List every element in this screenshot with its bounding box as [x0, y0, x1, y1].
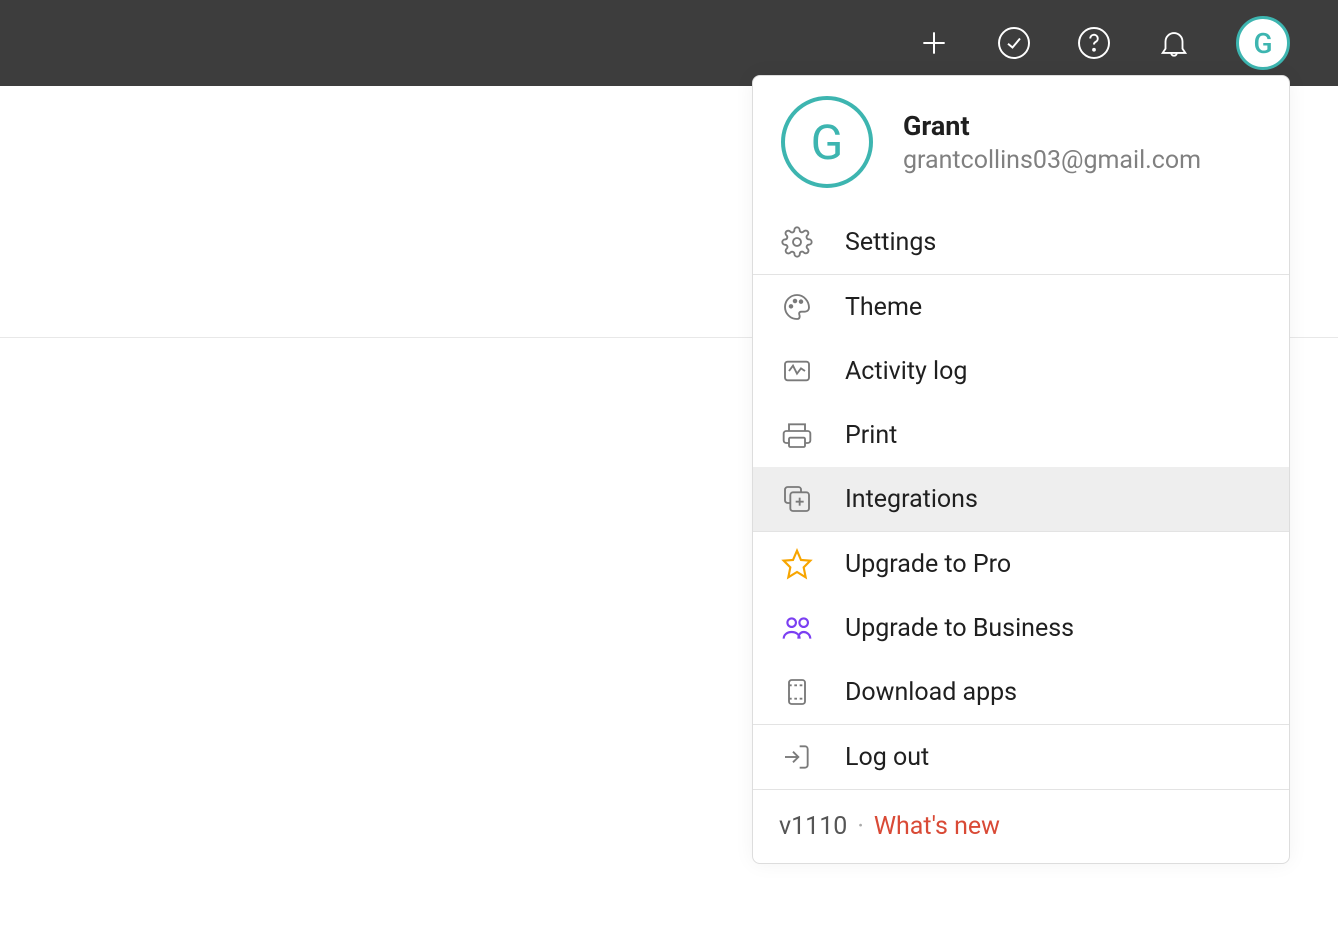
dropdown-avatar-initial: G [811, 114, 844, 171]
menu-label: Download apps [845, 678, 1017, 707]
help-button[interactable] [1076, 25, 1112, 61]
user-email: grantcollins03@gmail.com [903, 146, 1201, 175]
people-icon [781, 612, 813, 644]
printer-icon [781, 419, 813, 451]
menu-item-integrations[interactable]: Integrations [753, 467, 1289, 531]
bell-icon [1157, 26, 1191, 60]
menu-item-upgrade-business[interactable]: Upgrade to Business [753, 596, 1289, 660]
user-info: Grant grantcollins03@gmail.com [903, 110, 1201, 175]
menu-item-settings[interactable]: Settings [753, 210, 1289, 274]
notifications-button[interactable] [1156, 25, 1192, 61]
help-circle-icon [1076, 25, 1112, 61]
dropdown-avatar: G [781, 96, 873, 188]
menu-label: Upgrade to Business [845, 614, 1074, 643]
add-button[interactable] [916, 25, 952, 61]
top-bar: G [0, 0, 1338, 86]
menu-label: Theme [845, 293, 922, 322]
star-icon [781, 548, 813, 580]
menu-label: Activity log [845, 357, 967, 386]
user-avatar-button[interactable]: G [1236, 16, 1290, 70]
menu-label: Settings [845, 228, 936, 257]
menu-label: Print [845, 421, 897, 450]
menu-item-print[interactable]: Print [753, 403, 1289, 467]
plus-icon [918, 27, 950, 59]
dropdown-header: G Grant grantcollins03@gmail.com [753, 76, 1289, 210]
user-name: Grant [903, 110, 1201, 142]
activity-icon [781, 355, 813, 387]
menu-label: Integrations [845, 485, 978, 514]
integrations-icon [781, 483, 813, 515]
menu-item-theme[interactable]: Theme [753, 275, 1289, 339]
user-dropdown-menu: G Grant grantcollins03@gmail.com Setting… [752, 75, 1290, 864]
menu-label: Log out [845, 743, 929, 772]
menu-label: Upgrade to Pro [845, 550, 1011, 579]
version-label: v1110 [779, 812, 847, 841]
menu-item-activity-log[interactable]: Activity log [753, 339, 1289, 403]
avatar-initial: G [1253, 27, 1272, 60]
device-icon [781, 676, 813, 708]
check-circle-icon [996, 25, 1032, 61]
palette-icon [781, 291, 813, 323]
logout-icon [781, 741, 813, 773]
gear-icon [781, 226, 813, 258]
dropdown-footer: v1110 · What's new [753, 790, 1289, 863]
menu-item-download-apps[interactable]: Download apps [753, 660, 1289, 724]
whats-new-link[interactable]: What's new [874, 812, 1000, 841]
menu-item-upgrade-pro[interactable]: Upgrade to Pro [753, 532, 1289, 596]
complete-button[interactable] [996, 25, 1032, 61]
footer-separator: · [857, 812, 864, 841]
menu-item-logout[interactable]: Log out [753, 725, 1289, 789]
